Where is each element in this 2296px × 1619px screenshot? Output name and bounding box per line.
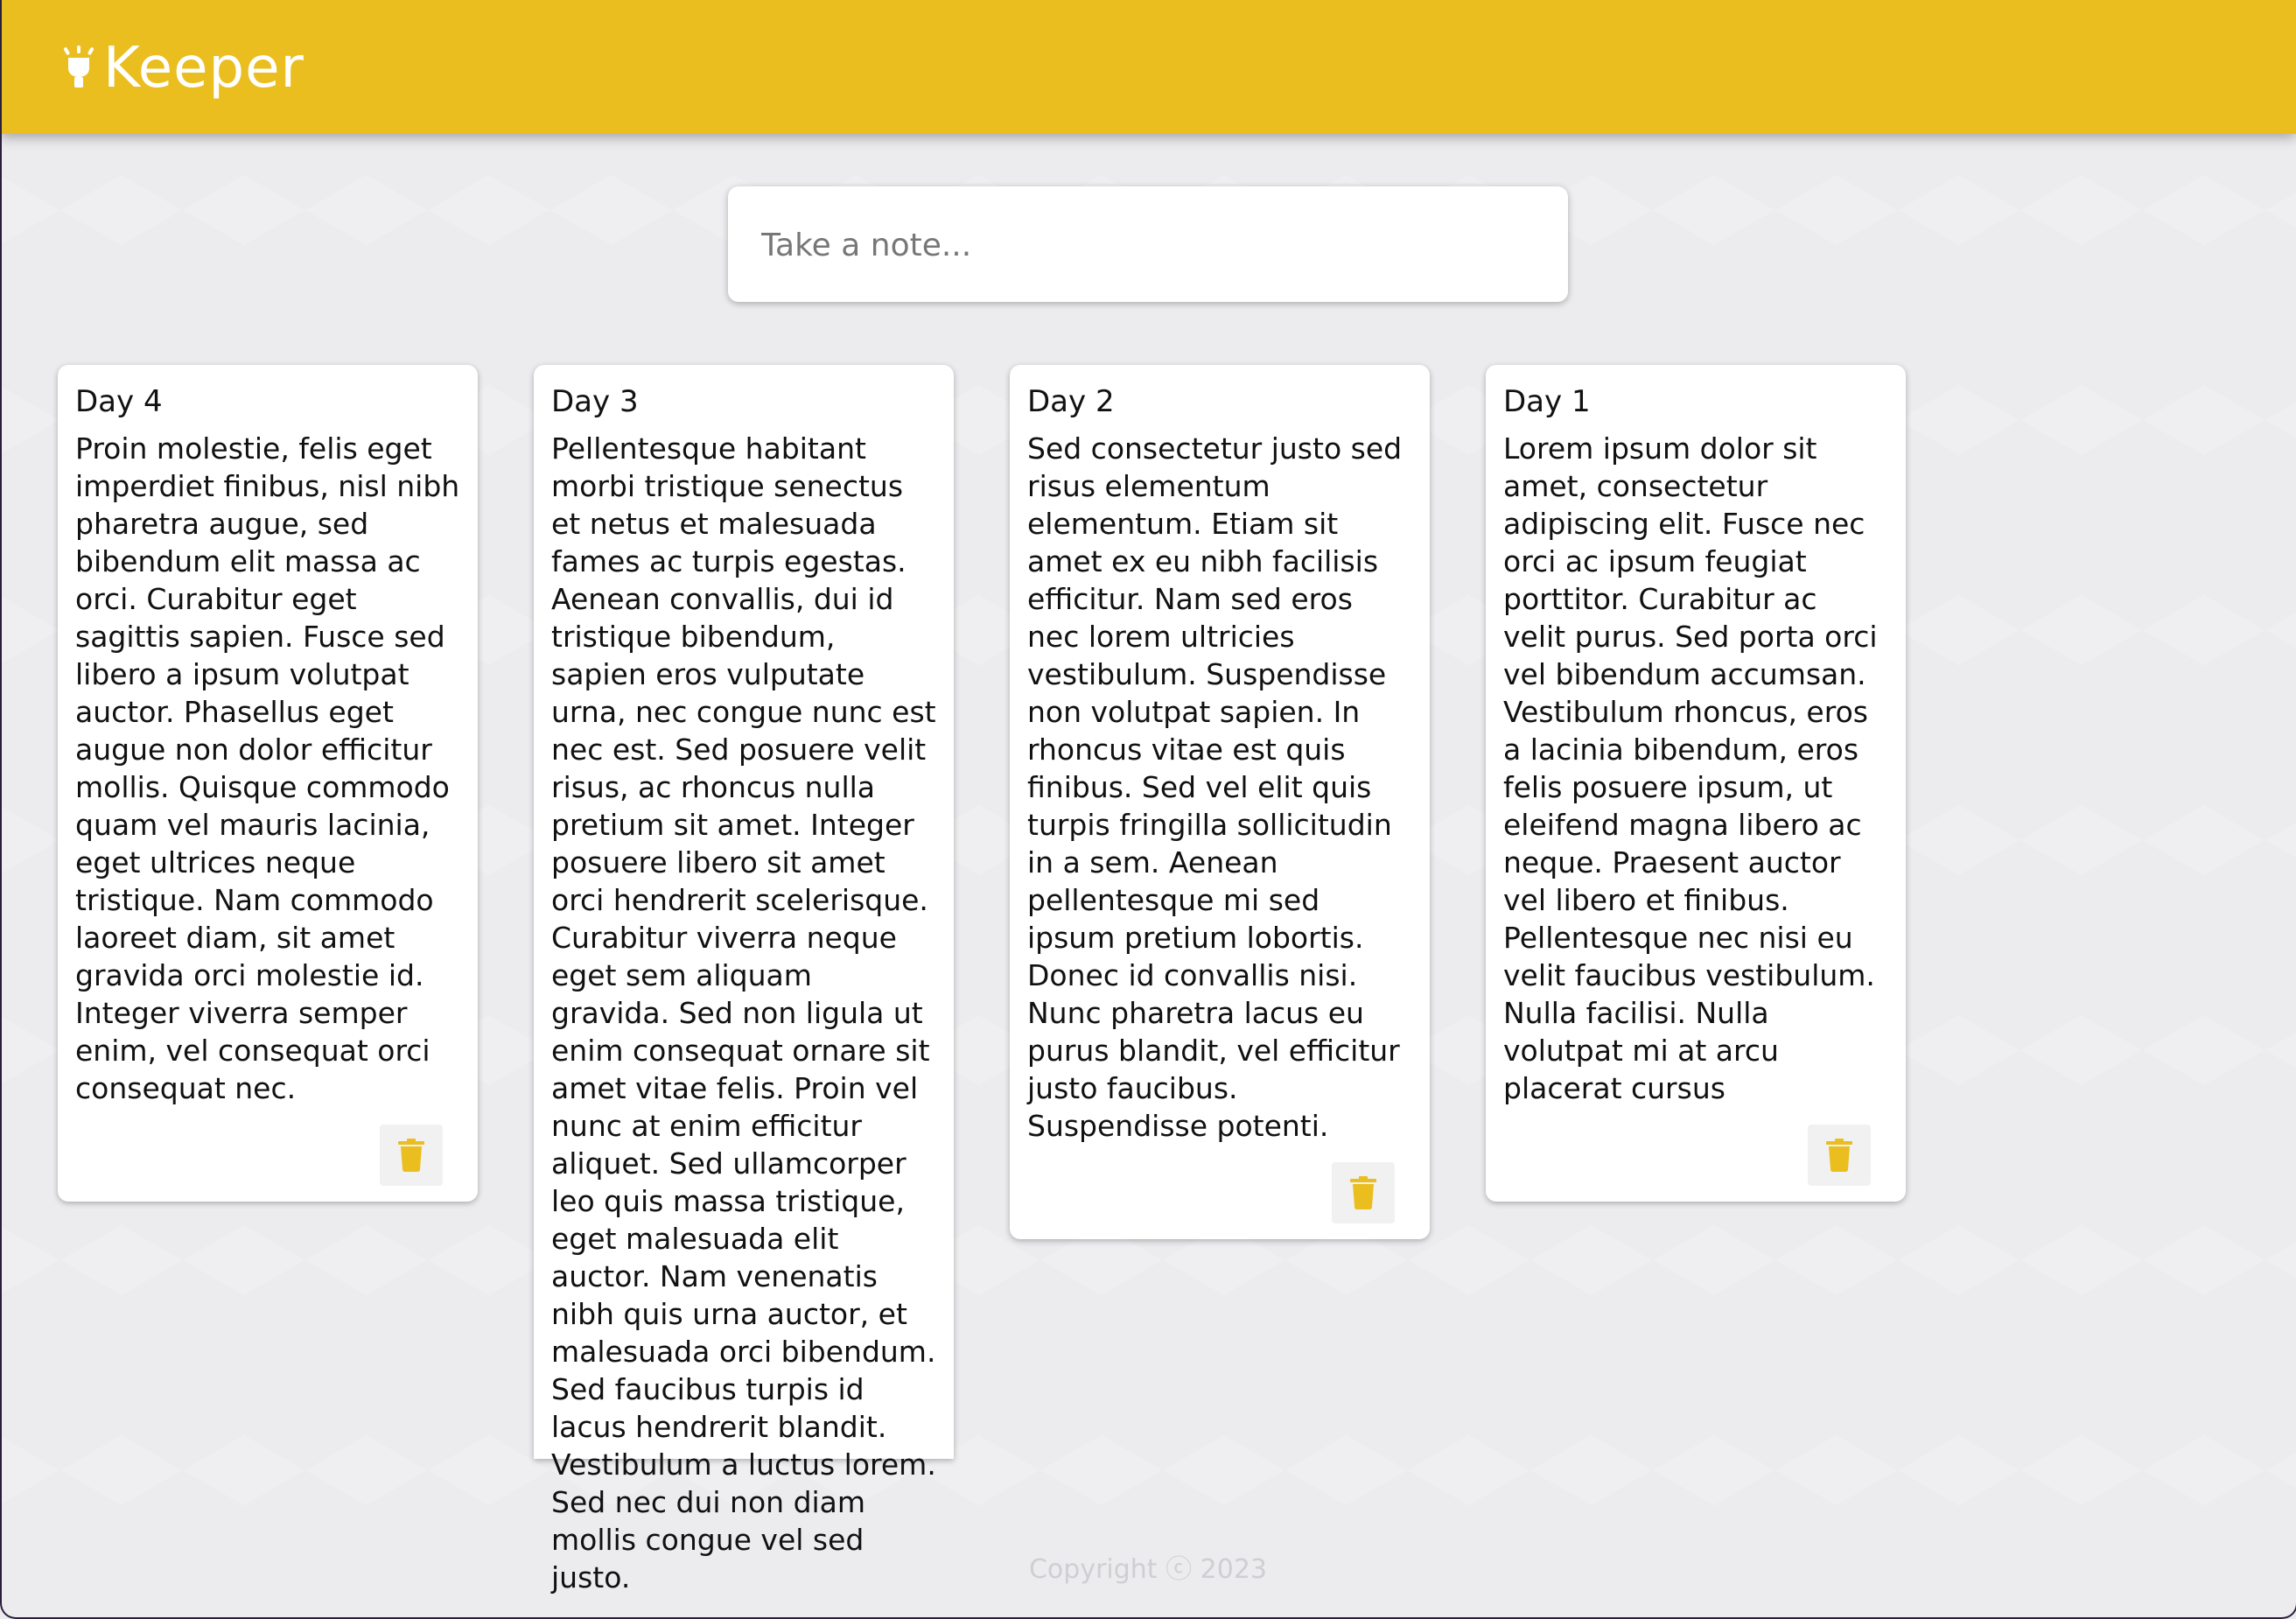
note-title: Day 2	[1027, 384, 1115, 419]
copyright-text: Copyright ⓒ 2023	[1028, 1554, 1267, 1585]
app-logo[interactable]: Keeper	[61, 33, 304, 103]
create-note-form	[728, 186, 1568, 302]
trash-icon	[1826, 1139, 1852, 1172]
note-card: Day 3 Pellentesque habitant morbi tristi…	[534, 365, 954, 1594]
delete-note-button[interactable]	[1808, 1125, 1871, 1186]
note-card: Day 1 Lorem ipsum dolor sit amet, consec…	[1486, 365, 1906, 1202]
trash-icon	[1350, 1176, 1376, 1209]
delete-note-button[interactable]	[380, 1125, 443, 1186]
note-content: Proin molestie, felis eget imperdiet fin…	[75, 431, 460, 1105]
note-title: Day 3	[551, 384, 639, 419]
note-content: Sed consectetur justo sed risus elementu…	[1027, 431, 1403, 1143]
delete-note-button[interactable]	[1332, 1162, 1395, 1223]
note-content: Pellentesque habitant morbi tristique se…	[551, 431, 936, 1594]
note-card: Day 4 Proin molestie, felis eget imperdi…	[58, 365, 478, 1202]
note-title: Day 4	[75, 384, 163, 419]
note-input[interactable]	[760, 220, 1533, 270]
app-header: Keeper	[0, 0, 2296, 134]
lightbulb-icon	[64, 46, 94, 88]
note-card: Day 2 Sed consectetur justo sed risus el…	[1010, 365, 1430, 1239]
page-footer: Copyright ⓒ 2023	[0, 1547, 2296, 1586]
note-content: Lorem ipsum dolor sit amet, consectetur …	[1503, 431, 1878, 1105]
app-title: Keeper	[103, 36, 304, 101]
note-title: Day 1	[1503, 384, 1591, 419]
trash-icon	[398, 1139, 424, 1172]
